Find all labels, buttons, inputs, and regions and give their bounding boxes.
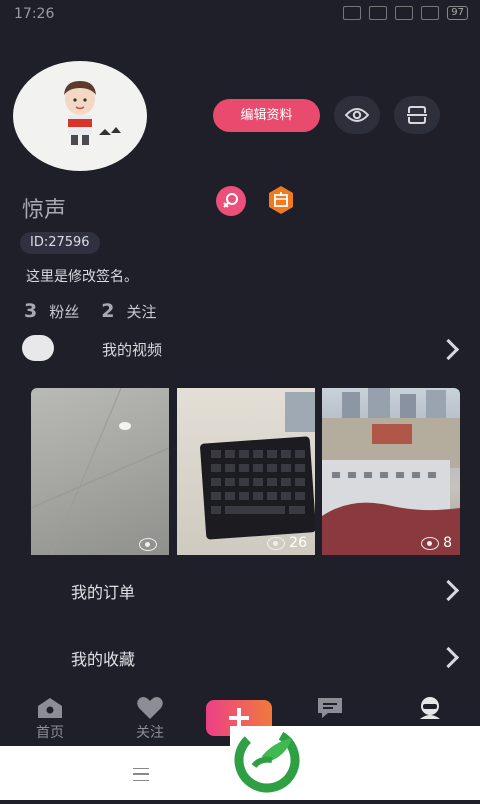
my-videos-label[interactable]: 我的视频 (102, 339, 162, 360)
nav-messages[interactable] (295, 688, 365, 722)
wifi-icon (421, 6, 440, 20)
heart-icon (135, 696, 165, 720)
signature: 这里是修改签名。 (26, 269, 138, 285)
chevron-right-icon[interactable] (437, 646, 460, 669)
avatar[interactable] (13, 61, 147, 171)
stats-row: 3 粉丝 2 关注 (24, 300, 157, 322)
female-icon (216, 186, 246, 216)
shop-icon (266, 185, 296, 215)
chevron-right-icon[interactable] (437, 338, 460, 361)
video-thumbnail[interactable]: 8 (322, 388, 460, 555)
my-favorites-row[interactable]: 我的收藏 (71, 646, 135, 670)
video-thumbnail[interactable] (31, 388, 169, 555)
eye-icon (345, 108, 369, 122)
profile-icon (415, 696, 445, 720)
view-count (139, 538, 161, 551)
nav-me[interactable] (395, 688, 465, 722)
nav-follow[interactable]: 关注 (115, 688, 185, 742)
edit-profile-button[interactable]: 编辑资料 (213, 99, 320, 132)
scan-icon (407, 106, 427, 124)
bluetooth-icon (369, 6, 388, 20)
status-bar: 17:26 97 (0, 0, 480, 30)
eye-icon (267, 536, 286, 550)
visibility-button[interactable] (334, 96, 380, 134)
view-count: 26 (267, 535, 307, 551)
menu-icon[interactable] (133, 768, 149, 781)
mini-avatar (22, 335, 54, 361)
nav-follow-label: 关注 (136, 725, 164, 741)
alarm-icon (343, 6, 362, 20)
battery-icon: 97 (447, 6, 468, 20)
status-time: 17:26 (14, 6, 55, 22)
user-id-tag: ID:27596 (20, 232, 100, 254)
home-icon (35, 696, 65, 720)
following-count[interactable]: 2 (101, 300, 114, 322)
username: 惊声 (22, 198, 67, 223)
my-orders-row[interactable]: 我的订单 (71, 579, 135, 603)
scan-button[interactable] (394, 96, 440, 134)
message-icon (315, 696, 345, 720)
fans-count[interactable]: 3 (24, 300, 37, 322)
status-icons: 97 (343, 6, 468, 20)
fans-label[interactable]: 粉丝 (49, 301, 79, 322)
eye-icon (139, 538, 157, 551)
nav-home-label: 首页 (36, 725, 64, 741)
view-count: 8 (421, 535, 452, 551)
following-label[interactable]: 关注 (126, 301, 156, 322)
nav-home[interactable]: 首页 (15, 688, 85, 742)
signal-icon (395, 6, 414, 20)
video-thumbnail[interactable]: 26 (177, 388, 315, 555)
chevron-right-icon[interactable] (437, 579, 460, 602)
eye-icon (421, 536, 440, 550)
watermark-logo (230, 726, 480, 800)
